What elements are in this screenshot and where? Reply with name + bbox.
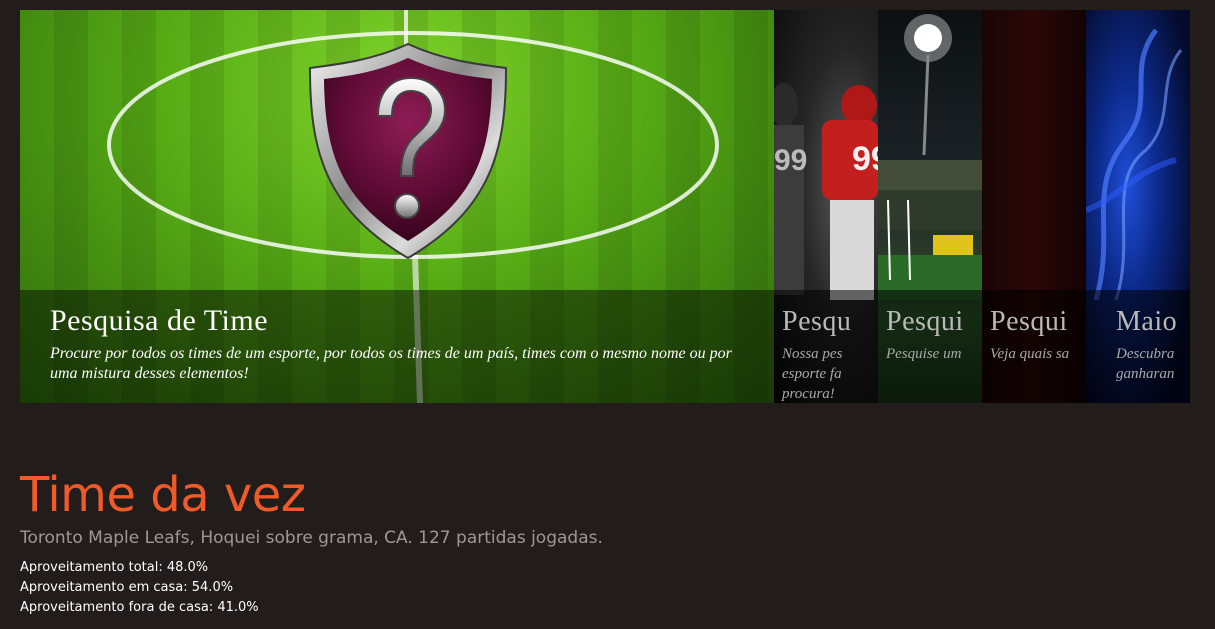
slide-biggest[interactable]: Maio Descubra ganharan	[1086, 10, 1190, 403]
featured-team-section: Time da vez Toronto Maple Leafs, Hoquei …	[20, 468, 1190, 618]
slide-title: Pesqui	[886, 306, 964, 337]
svg-text:99: 99	[774, 144, 807, 177]
slide-description: Pesquise um	[886, 346, 962, 362]
stat-away: Aproveitamento fora de casa: 41.0%	[20, 600, 259, 615]
featured-heading: Time da vez	[20, 467, 306, 523]
page: Pesquisa de Time Procure por todos os ti…	[0, 0, 1215, 629]
stadium-lights-image	[878, 14, 982, 300]
stat-total: Aproveitamento total: 48.0%	[20, 560, 209, 575]
slide-search-4[interactable]: Pesqui Veja quais sa	[982, 10, 1086, 403]
blue-smoke-image	[1086, 28, 1183, 300]
slide-team-search[interactable]: Pesquisa de Time Procure por todos os ti…	[20, 10, 774, 403]
slide-caption: Pesqui Veja quais sa	[982, 290, 1086, 403]
football-players-image: 99 99	[774, 83, 878, 300]
slide-search-2[interactable]: 99 99 Pesqu Nossa pes esporte fa procura…	[774, 10, 878, 403]
slide-caption: Pesqui Pesquise um	[878, 290, 982, 403]
slide-description: Procure por todos os times de um esporte…	[50, 345, 732, 382]
stat-home: Aproveitamento em casa: 54.0%	[20, 580, 234, 595]
slide-title: Pesqu	[782, 306, 852, 337]
slide-caption: Pesquisa de Time Procure por todos os ti…	[20, 290, 774, 403]
shield-question-icon	[308, 42, 508, 260]
slide-description: Descubra ganharan	[1116, 346, 1175, 382]
feature-slider: Pesquisa de Time Procure por todos os ti…	[20, 10, 1190, 403]
stats-list: Aproveitamento total: 48.0% Aproveitamen…	[20, 558, 1190, 618]
slide-caption: Pesqu Nossa pes esporte fa procura!	[774, 290, 878, 403]
featured-summary: Toronto Maple Leafs, Hoquei sobre grama,…	[20, 528, 603, 548]
svg-text:99: 99	[852, 140, 878, 178]
slide-description: Nossa pes esporte fa procura!	[782, 346, 843, 402]
slide-title: Maio	[1116, 306, 1178, 337]
slide-caption: Maio Descubra ganharan	[1086, 290, 1190, 403]
slide-description: Veja quais sa	[990, 346, 1070, 362]
slide-title: Pesqui	[990, 306, 1068, 337]
slide-title: Pesquisa de Time	[50, 304, 269, 337]
slide-search-3[interactable]: Pesqui Pesquise um	[878, 10, 982, 403]
